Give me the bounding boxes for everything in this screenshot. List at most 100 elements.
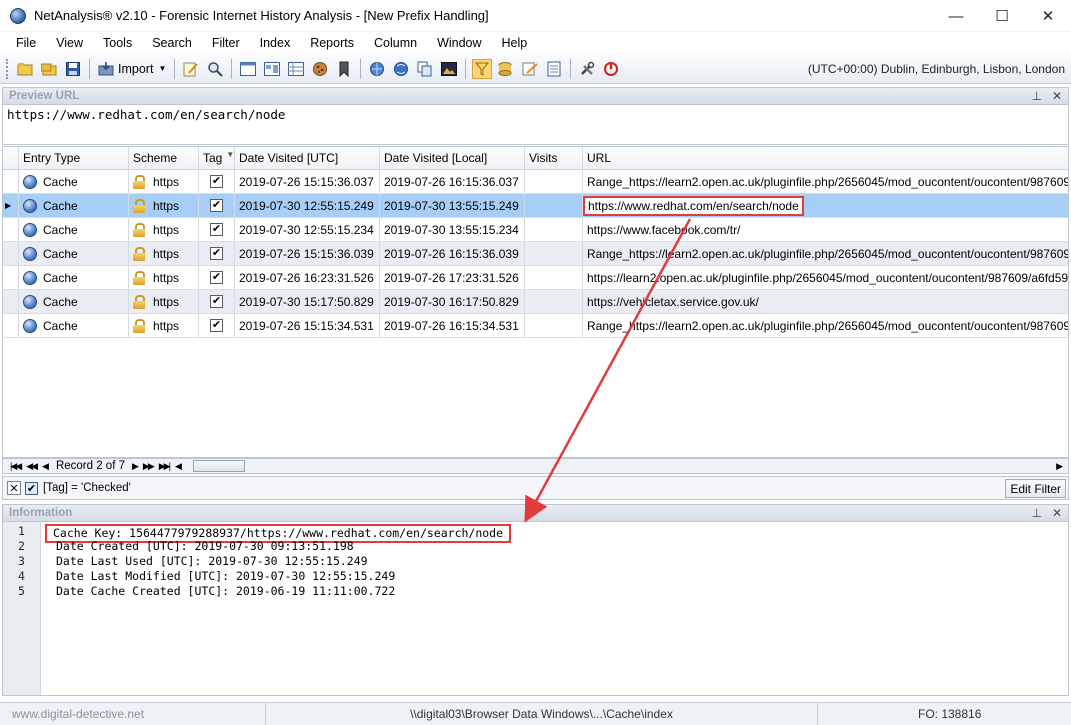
scroll-right-icon[interactable]: ▶ [1056,461,1063,472]
refresh-globe-icon[interactable] [367,59,387,79]
column-header-url[interactable]: URL [583,147,1068,169]
power-icon[interactable] [601,59,621,79]
table-row[interactable]: Cache https ✔ 2019-07-26 15:15:36.037 20… [3,170,1068,194]
save-icon[interactable] [63,59,83,79]
report-icon[interactable] [262,59,282,79]
filter-icon[interactable] [472,58,493,79]
timezone-label: (UTC+00:00) Dublin, Edinburgh, Lisbon, L… [807,62,1065,76]
menu-column[interactable]: Column [364,36,427,50]
menu-filter[interactable]: Filter [202,36,250,50]
table-row[interactable]: Cache https ✔ 2019-07-26 15:15:34.531 20… [3,314,1068,338]
column-header-visits[interactable]: Visits [525,147,583,169]
pin-icon[interactable]: ⊥ [1031,89,1041,103]
tag-checkbox[interactable]: ✔ [210,319,223,332]
cookie-icon[interactable] [310,59,330,79]
table-row[interactable]: Cache https ✔ 2019-07-30 12:55:15.234 20… [3,218,1068,242]
scheme: https [153,246,180,261]
menu-help[interactable]: Help [492,36,538,50]
line-number: 1 [18,524,25,538]
scheme: https [153,222,180,237]
previous-page-icon[interactable]: ◀◀ [26,461,38,472]
menu-tools[interactable]: Tools [93,36,142,50]
menu-index[interactable]: Index [250,36,301,50]
information-title: Information [9,507,73,519]
table-row-selected[interactable]: ▶ Cache https ✔ 2019-07-30 12:55:15.249 … [3,194,1068,218]
close-icon[interactable]: ✕ [1052,506,1062,520]
search-icon[interactable] [205,59,225,79]
table-row[interactable]: Cache https ✔ 2019-07-26 16:23:31.526 20… [3,266,1068,290]
edit-filter-button[interactable]: Edit Filter [1005,479,1066,498]
edit-notes-icon[interactable] [181,59,201,79]
date-visited-utc: 2019-07-26 15:15:36.039 [235,242,380,265]
date-visited-local: 2019-07-26 17:23:31.526 [380,266,525,289]
information-panel[interactable]: 1 2 3 4 5 Cache Key: 1564477979288937/ht… [2,522,1069,696]
globe-sync-icon[interactable] [391,59,411,79]
close-icon[interactable]: ✕ [1052,89,1062,103]
tag-checkbox[interactable]: ✔ [210,223,223,236]
scroll-left-icon[interactable]: ◀ [175,461,182,472]
date-visited-local: 2019-07-30 13:55:15.234 [380,218,525,241]
visits [525,314,583,337]
open-folder-icon[interactable] [15,59,35,79]
table-row[interactable]: Cache https ✔ 2019-07-26 15:15:36.039 20… [3,242,1068,266]
column-header-scheme[interactable]: Scheme [129,147,199,169]
toolbar-grip[interactable] [6,58,9,79]
scheme: https [153,294,180,309]
url-highlight: https://www.redhat.com/en/search/node [583,195,804,216]
column-header-date-visited-local[interactable]: Date Visited [Local] [380,147,525,169]
copy-icon[interactable] [415,59,435,79]
url: Range_https://learn2.open.ac.uk/pluginfi… [587,246,1068,261]
filter-funnel-icon[interactable]: ▼ [226,150,234,159]
chevron-down-icon: ▼ [158,64,167,73]
line-number-gutter: 1 2 3 4 5 [3,522,41,695]
preview-url-text[interactable]: https://www.redhat.com/en/search/node [2,105,1069,145]
first-record-icon[interactable]: |◀◀ [10,461,22,472]
table-row[interactable]: Cache https ✔ 2019-07-30 15:17:50.829 20… [3,290,1068,314]
record-navigator: |◀◀ ◀◀ ◀ Record 2 of 7 ▶ ▶▶ ▶▶| ◀ ▶ [2,458,1069,474]
last-record-icon[interactable]: ▶▶| [159,461,171,472]
table-icon[interactable] [286,59,306,79]
info-line: Date Last Used [UTC]: 2019-07-30 12:55:1… [56,554,368,568]
filter-bar: ✕ ✔ [Tag] = 'Checked' Edit Filter [2,476,1069,500]
tag-checkbox[interactable]: ✔ [210,199,223,212]
url: https://vehicletax.service.gov.uk/ [587,294,759,309]
horizontal-scrollbar-thumb[interactable] [192,460,245,472]
title-bar: NetAnalysis® v2.10 - Forensic Internet H… [0,0,1071,32]
globe-icon [23,318,37,333]
pin-icon[interactable]: ⊥ [1031,506,1041,520]
clear-filter-icon[interactable]: ✕ [7,481,21,495]
previous-record-icon[interactable]: ◀ [42,461,49,472]
maximize-button[interactable]: ☐ [979,0,1025,32]
note-pen-icon[interactable] [520,59,540,79]
filter-enabled-checkbox[interactable]: ✔ [25,481,38,495]
information-text[interactable]: Cache Key: 1564477979288937/https://www.… [41,522,512,695]
open-folders-icon[interactable] [39,59,59,79]
image-icon[interactable] [439,59,459,79]
date-visited-utc: 2019-07-30 12:55:15.249 [235,194,380,217]
tag-checkbox[interactable]: ✔ [210,295,223,308]
menu-reports[interactable]: Reports [300,36,364,50]
grid-view-icon[interactable] [238,59,258,79]
next-page-icon[interactable]: ▶▶ [143,461,155,472]
column-header-date-visited-utc[interactable]: Date Visited [UTC] [235,147,380,169]
menu-view[interactable]: View [46,36,93,50]
status-website: www.digital-detective.net [0,703,266,725]
tag-checkbox[interactable]: ✔ [210,271,223,284]
bookmark-icon[interactable] [334,59,354,79]
next-record-icon[interactable]: ▶ [132,461,139,472]
history-grid[interactable]: Entry Type Scheme Tag ▼ Date Visited [UT… [2,146,1069,458]
column-header-entry-type[interactable]: Entry Type [19,147,129,169]
menu-search[interactable]: Search [142,36,202,50]
window-controls: — ☐ ✕ [933,0,1071,32]
tag-checkbox[interactable]: ✔ [210,175,223,188]
close-button[interactable]: ✕ [1025,0,1071,32]
import-button[interactable]: Import ▼ [94,59,170,79]
tag-checkbox[interactable]: ✔ [210,247,223,260]
menu-file[interactable]: File [6,36,46,50]
menu-window[interactable]: Window [427,36,491,50]
list-panel-icon[interactable] [544,59,564,79]
column-header-tag[interactable]: Tag ▼ [199,147,235,169]
database-filter-icon[interactable] [496,59,516,79]
minimize-button[interactable]: — [933,0,979,32]
tools-icon[interactable] [577,59,597,79]
